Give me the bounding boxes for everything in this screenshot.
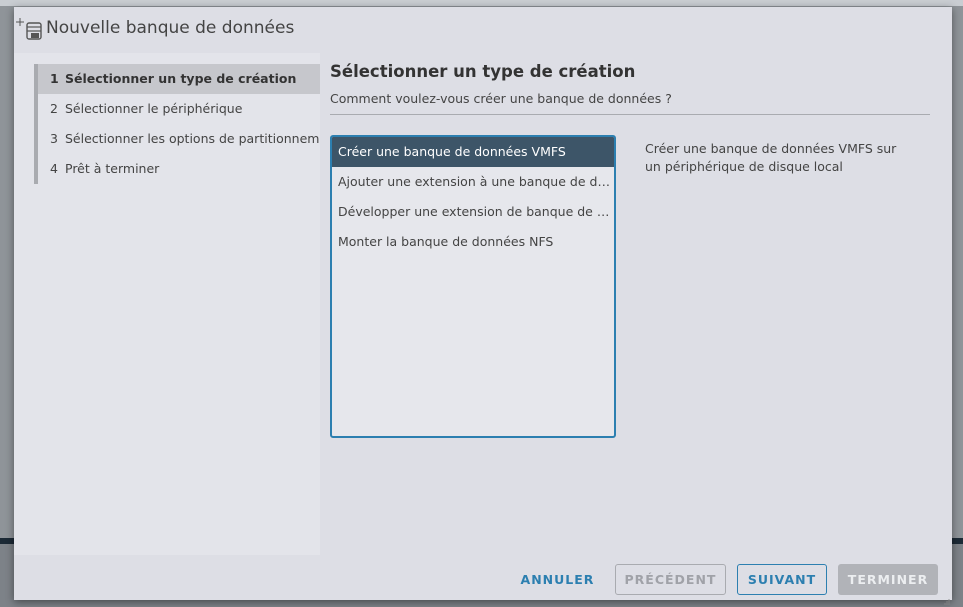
new-datastore-dialog: Nouvelle banque de données 1 Sélectionner…	[14, 7, 952, 605]
dialog-footer: ANNULER PRÉCÉDENT SUIVANT TERMINER	[14, 555, 952, 600]
resize-grip-icon[interactable]	[942, 590, 950, 605]
step-select-device[interactable]: 2 Sélectionner le périphérique	[38, 94, 320, 124]
step-label: Sélectionner les options de partitionnem…	[65, 131, 320, 146]
finish-button[interactable]: TERMINER	[838, 564, 938, 595]
option-expand-extent[interactable]: Développer une extension de banque de do…	[332, 197, 614, 227]
step-select-creation-type[interactable]: 1 Sélectionner un type de création	[38, 64, 320, 94]
step-label: Sélectionner un type de création	[65, 71, 297, 86]
wizard-content: Sélectionner un type de création Comment…	[330, 53, 930, 553]
cancel-button[interactable]: ANNULER	[515, 564, 600, 595]
step-number: 3	[50, 131, 58, 146]
step-label: Prêt à terminer	[65, 161, 160, 176]
divider	[330, 114, 930, 115]
wizard-steps-list: 1 Sélectionner un type de création 2 Sélec…	[34, 64, 320, 184]
step-partition-options[interactable]: 3 Sélectionner les options de partitionne…	[38, 124, 320, 154]
step-ready-to-complete[interactable]: 4 Prêt à terminer	[38, 154, 320, 184]
option-create-vmfs[interactable]: Créer une banque de données VMFS	[332, 137, 614, 167]
dialog-header: Nouvelle banque de données	[14, 7, 952, 53]
option-description: Créer une banque de données VMFS sur un …	[645, 141, 897, 174]
next-button[interactable]: SUIVANT	[737, 564, 827, 595]
previous-button[interactable]: PRÉCÉDENT	[615, 564, 726, 595]
datastore-add-icon	[16, 15, 44, 41]
page-subtitle: Comment voulez-vous créer une banque de …	[330, 91, 672, 106]
step-number: 2	[50, 101, 58, 116]
background-app-header	[0, 0, 963, 6]
step-number: 4	[50, 161, 58, 176]
option-add-extent[interactable]: Ajouter une extension à une banque de do…	[332, 167, 614, 197]
wizard-steps-sidebar: 1 Sélectionner un type de création 2 Sélec…	[14, 53, 320, 555]
dialog-title: Nouvelle banque de données	[46, 18, 295, 38]
step-number: 1	[50, 71, 59, 86]
step-label: Sélectionner le périphérique	[65, 101, 243, 116]
page-title: Sélectionner un type de création	[330, 62, 636, 81]
creation-type-listbox[interactable]: Créer une banque de données VMFS Ajouter…	[330, 135, 616, 438]
option-mount-nfs[interactable]: Monter la banque de données NFS	[332, 227, 614, 257]
